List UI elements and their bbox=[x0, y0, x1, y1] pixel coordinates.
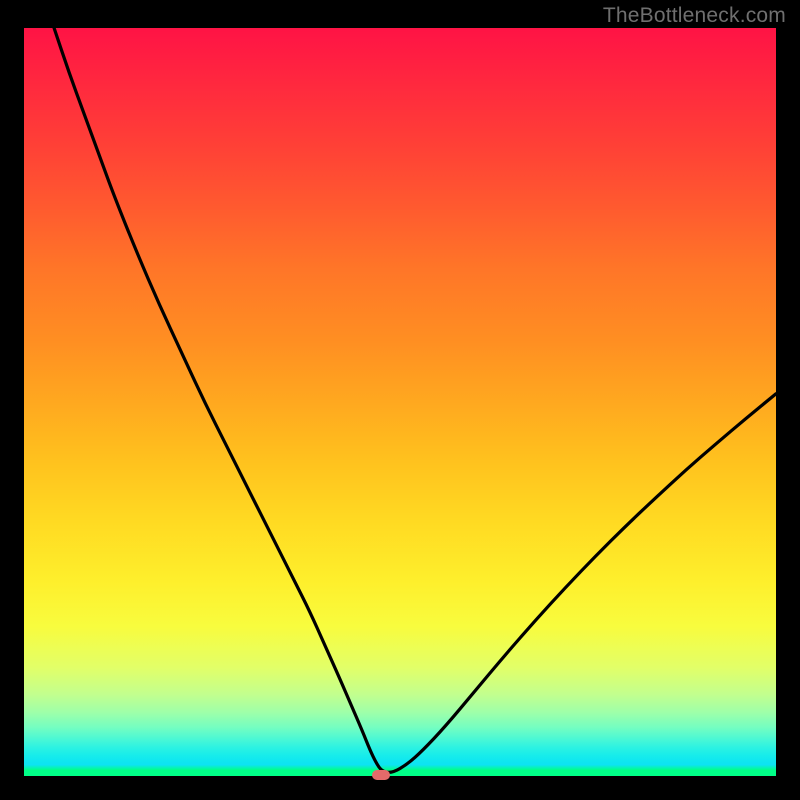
bottleneck-curve-svg bbox=[24, 28, 776, 776]
chart-frame: TheBottleneck.com bbox=[0, 0, 800, 800]
optimal-point-marker bbox=[372, 770, 390, 780]
watermark-text: TheBottleneck.com bbox=[603, 4, 786, 28]
bottleneck-curve-path bbox=[54, 28, 776, 772]
